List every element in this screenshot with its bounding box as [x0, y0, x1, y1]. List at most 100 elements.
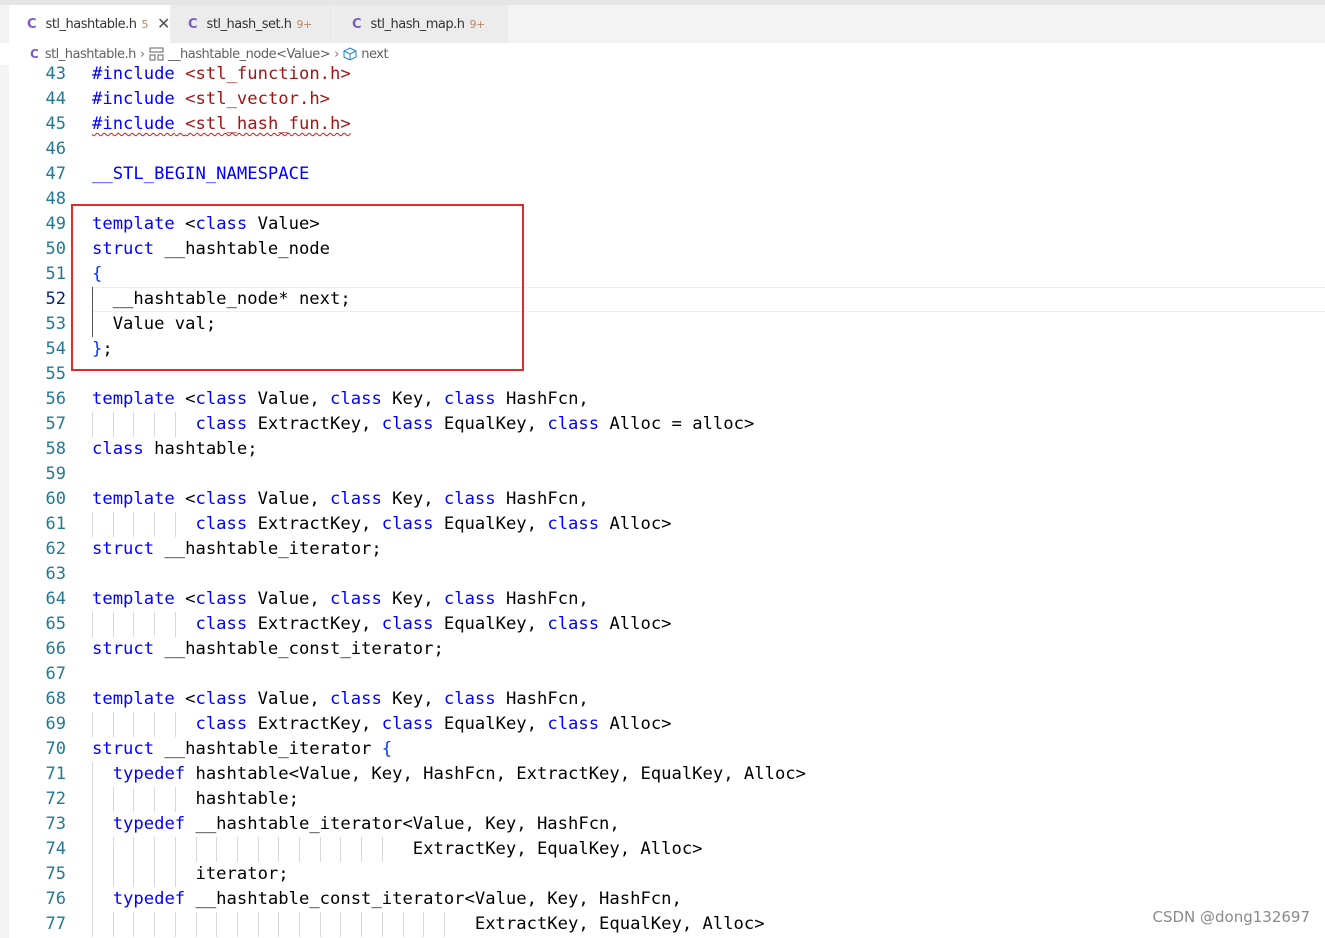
line-number: 51	[45, 264, 66, 284]
code-line[interactable]: 56 template <class Value, class Key, clas…	[0, 387, 1325, 412]
code-text: typedef hashtable<Value, Key, HashFcn, E…	[112, 764, 807, 784]
line-number: 58	[45, 439, 66, 459]
line-number: 65	[45, 614, 66, 634]
line-number: 44	[45, 89, 66, 109]
line-number: 52	[45, 289, 66, 309]
code-line[interactable]: 77 ExtractKey, EqualKey, Alloc>	[0, 912, 1325, 937]
code-text: template <class Value, class Key, class …	[92, 589, 589, 609]
struct-icon	[149, 47, 165, 61]
c-file-icon: C	[352, 16, 362, 32]
line-number: 69	[45, 714, 66, 734]
line-number: 45	[45, 114, 66, 134]
code-text: class ExtractKey, class EqualKey, class …	[195, 514, 672, 534]
code-line[interactable]: 76 typedef __hashtable_const_iterator<Va…	[0, 887, 1325, 912]
code-text: hashtable;	[92, 789, 299, 809]
line-number: 67	[45, 664, 66, 684]
code-text: class ExtractKey, class EqualKey, class …	[195, 714, 672, 734]
code-line[interactable]: 58 class hashtable;	[0, 437, 1325, 462]
code-text: #include <stl_function.h>	[92, 64, 351, 84]
code-text: class hashtable;	[92, 439, 258, 459]
line-number: 49	[45, 214, 66, 234]
line-number: 77	[45, 914, 66, 934]
close-icon[interactable]: ✕	[157, 16, 170, 32]
breadcrumb-file[interactable]: stl_hashtable.h	[45, 47, 137, 62]
code-line[interactable]: 45 #include <stl_hash_fun.h>	[0, 112, 1325, 137]
code-line[interactable]: 60 template <class Value, class Key, clas…	[0, 487, 1325, 512]
code-text: typedef __hashtable_iterator<Value, Key,…	[112, 814, 620, 834]
c-file-icon: C	[27, 16, 37, 32]
code-line[interactable]: 47 __STL_BEGIN_NAMESPACE	[0, 162, 1325, 187]
code-line[interactable]: 70 struct __hashtable_iterator {	[0, 737, 1325, 762]
code-text: ExtractKey, EqualKey, Alloc>	[92, 914, 765, 934]
line-number: 70	[45, 739, 66, 759]
code-line[interactable]: 43 #include <stl_function.h>	[0, 62, 1325, 87]
line-number: 54	[45, 339, 66, 359]
field-icon	[343, 47, 357, 61]
code-line[interactable]: 65 class ExtractKey, class EqualKey, cla…	[0, 612, 1325, 637]
code-text: template <class Value, class Key, class …	[92, 489, 589, 509]
code-line[interactable]: 63	[0, 562, 1325, 587]
tab-stl-hash-map[interactable]: C stl_hash_map.h 9+	[334, 5, 509, 43]
code-text: template <class Value, class Key, class …	[92, 689, 589, 709]
c-file-icon: C	[30, 47, 39, 61]
code-line[interactable]: 62 struct __hashtable_iterator;	[0, 537, 1325, 562]
tab-label: stl_hash_map.h	[370, 16, 465, 32]
code-text: iterator;	[92, 864, 289, 884]
tab-label: stl_hashtable.h	[45, 16, 138, 32]
line-number: 50	[45, 239, 66, 259]
code-line[interactable]: 68 template <class Value, class Key, clas…	[0, 687, 1325, 712]
code-text: struct __hashtable_iterator {	[92, 739, 393, 759]
line-number: 47	[45, 164, 66, 184]
code-line[interactable]: 74 ExtractKey, EqualKey, Alloc>	[0, 837, 1325, 862]
code-text: class ExtractKey, class EqualKey, class …	[195, 614, 672, 634]
code-line[interactable]: 59	[0, 462, 1325, 487]
line-number: 59	[45, 464, 66, 484]
breadcrumb-struct[interactable]: __hashtable_node<Value>	[168, 47, 331, 62]
line-number: 56	[45, 389, 66, 409]
code-line[interactable]: 75 iterator;	[0, 862, 1325, 887]
annotation-highlight-box	[71, 204, 524, 371]
problem-count-badge: 5	[141, 17, 149, 31]
code-text: typedef __hashtable_const_iterator<Value…	[112, 889, 682, 909]
c-file-icon: C	[188, 16, 198, 32]
breadcrumb-field[interactable]: next	[361, 47, 388, 62]
code-text: template <class Value, class Key, class …	[92, 389, 589, 409]
line-number: 61	[45, 514, 66, 534]
editor-tab-bar: C stl_hashtable.h 5 ✕ C stl_hash_set.h 9…	[0, 5, 1325, 43]
code-text: struct __hashtable_const_iterator;	[92, 639, 444, 659]
line-number: 55	[45, 364, 66, 384]
code-line[interactable]: 44 #include <stl_vector.h>	[0, 87, 1325, 112]
code-line[interactable]: 72 hashtable;	[0, 787, 1325, 812]
line-number: 76	[45, 889, 66, 909]
code-text: class ExtractKey, class EqualKey, class …	[195, 414, 755, 434]
line-number: 53	[45, 314, 66, 334]
tab-stl-hashtable[interactable]: C stl_hashtable.h 5 ✕	[9, 5, 170, 43]
code-text: struct __hashtable_iterator;	[92, 539, 382, 559]
code-text: ExtractKey, EqualKey, Alloc>	[92, 839, 703, 859]
problem-count-badge: 9+	[296, 17, 313, 31]
code-line[interactable]: 61 class ExtractKey, class EqualKey, cla…	[0, 512, 1325, 537]
line-number: 68	[45, 689, 66, 709]
code-text: #include <stl_hash_fun.h>	[92, 114, 351, 134]
line-number: 64	[45, 589, 66, 609]
code-line[interactable]: 64 template <class Value, class Key, clas…	[0, 587, 1325, 612]
code-text: __STL_BEGIN_NAMESPACE	[92, 164, 310, 184]
line-number: 63	[45, 564, 66, 584]
line-number: 57	[45, 414, 66, 434]
line-number: 48	[45, 189, 66, 209]
code-line[interactable]: 46	[0, 137, 1325, 162]
code-line[interactable]: 71 typedef hashtable<Value, Key, HashFcn…	[0, 762, 1325, 787]
code-line[interactable]: 57 class ExtractKey, class EqualKey, cla…	[0, 412, 1325, 437]
chevron-right-icon: ›	[139, 46, 146, 62]
code-line[interactable]: 66 struct __hashtable_const_iterator;	[0, 637, 1325, 662]
tab-stl-hash-set[interactable]: C stl_hash_set.h 9+	[170, 5, 334, 43]
line-number: 73	[45, 814, 66, 834]
line-number: 72	[45, 789, 66, 809]
code-line[interactable]: 67	[0, 662, 1325, 687]
code-line[interactable]: 69 class ExtractKey, class EqualKey, cla…	[0, 712, 1325, 737]
line-number: 66	[45, 639, 66, 659]
code-line[interactable]: 73 typedef __hashtable_iterator<Value, K…	[0, 812, 1325, 837]
code-text: #include <stl_vector.h>	[92, 89, 331, 109]
line-number: 62	[45, 539, 66, 559]
line-number: 74	[45, 839, 66, 859]
